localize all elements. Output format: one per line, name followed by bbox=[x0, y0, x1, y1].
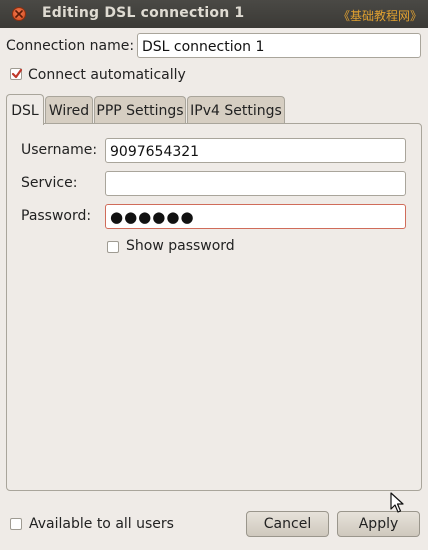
tab-ipv4-settings[interactable]: IPv4 Settings bbox=[187, 96, 285, 124]
checkmark-icon bbox=[11, 68, 23, 79]
close-window-button[interactable] bbox=[12, 7, 26, 21]
available-to-all-users-checkbox[interactable] bbox=[10, 518, 22, 530]
tab-ppp-settings[interactable]: PPP Settings bbox=[94, 96, 186, 124]
service-label: Service: bbox=[21, 175, 78, 191]
password-input[interactable]: ●●●●●● bbox=[105, 204, 406, 229]
tab-dsl[interactable]: DSL bbox=[6, 94, 44, 125]
tab-wired[interactable]: Wired bbox=[45, 96, 93, 124]
available-to-all-users-label: Available to all users bbox=[29, 516, 174, 532]
show-password-label: Show password bbox=[126, 238, 235, 254]
apply-button[interactable]: Apply bbox=[337, 511, 420, 537]
connect-automatically-label: Connect automatically bbox=[28, 67, 186, 83]
title-bar: Editing DSL connection 1 《基础教程网》 bbox=[0, 0, 428, 28]
password-label: Password: bbox=[21, 208, 92, 224]
username-input[interactable]: 9097654321 bbox=[105, 138, 406, 163]
mouse-pointer-icon bbox=[390, 492, 404, 513]
cancel-button[interactable]: Cancel bbox=[246, 511, 329, 537]
service-input[interactable] bbox=[105, 171, 406, 196]
close-icon bbox=[15, 10, 23, 18]
show-password-checkbox[interactable] bbox=[107, 241, 119, 253]
connect-automatically-checkbox[interactable] bbox=[10, 68, 23, 80]
connection-name-input[interactable]: DSL connection 1 bbox=[137, 33, 421, 58]
watermark: 《基础教程网》 bbox=[337, 9, 422, 23]
window-title: Editing DSL connection 1 bbox=[42, 5, 245, 21]
username-label: Username: bbox=[21, 142, 98, 158]
connection-name-label: Connection name: bbox=[6, 38, 135, 54]
